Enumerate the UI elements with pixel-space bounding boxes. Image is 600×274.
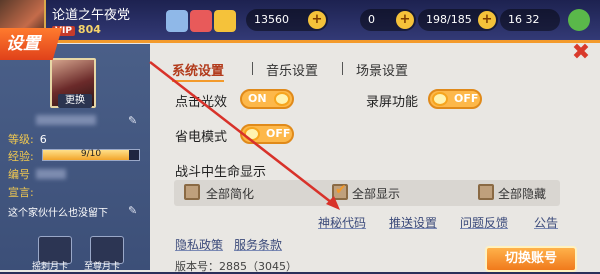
vip-value: 804 [77, 23, 101, 36]
stamina-value: 16 32 [508, 13, 540, 26]
record-label: 录屏功能 [366, 95, 419, 110]
supreme-card-label: 至尊月卡 [84, 262, 121, 272]
toggle-knob [244, 127, 260, 141]
record-toggle[interactable]: OFF [428, 89, 482, 109]
click-effect-toggle[interactable]: ON [240, 89, 294, 109]
change-avatar-button[interactable]: 更换 [58, 94, 92, 108]
add-coin-button[interactable]: + [308, 11, 326, 29]
event-icon[interactable] [214, 10, 236, 32]
toggle-state: ON [248, 92, 267, 105]
hp-display-title: 战斗中生命显示 [175, 165, 267, 180]
top-status-bar: 论道之午夜党 VIP 804 13560 + 0 + 198/185 + 16 3… [0, 0, 600, 42]
tab-divider [252, 62, 253, 75]
exp-bar: 9/10 [42, 149, 140, 161]
stamina-counter: 16 32 [500, 9, 560, 31]
hide-all-label: 全部隐藏 [498, 187, 547, 201]
energy-counter: 198/185 + [418, 9, 498, 31]
gift-icon[interactable] [190, 10, 212, 32]
tab-system[interactable]: 系统设置 [172, 60, 225, 82]
energy-value: 198/185 [426, 13, 472, 26]
exp-text: 9/10 [80, 149, 102, 159]
announcement-link[interactable]: 公告 [534, 214, 558, 231]
show-all-label: 全部显示 [352, 187, 401, 201]
profile-panel: 更换 等级: 6 经验: 9/10 编号 宣言: ✎ 这个家伙什么也没留下 ✎ [0, 44, 150, 270]
show-all-checkbox[interactable] [332, 182, 348, 200]
switch-account-button[interactable]: 切换账号 [485, 246, 577, 272]
coin-counter: 13560 + [246, 9, 328, 31]
version-text: 版本号：2885（3045） [175, 260, 297, 273]
player-name: 论道之午夜党 [52, 8, 131, 23]
add-diamond-button[interactable]: + [396, 11, 414, 29]
tab-scene[interactable]: 场景设置 [356, 60, 408, 79]
close-icon[interactable]: ✖ [570, 42, 592, 64]
power-save-toggle[interactable]: OFF [240, 124, 294, 144]
toggle-state: OFF [266, 127, 291, 140]
mail-icon[interactable] [166, 10, 188, 32]
add-energy-button[interactable]: + [478, 11, 496, 29]
mystery-code-link[interactable]: 神秘代码 [318, 214, 366, 231]
terms-link[interactable]: 服务条款 [234, 236, 282, 253]
level-row: 等级: 6 [8, 131, 47, 147]
declaration-label: 宣言: [8, 186, 34, 199]
motto-text: 这个家伙什么也没留下 [8, 208, 108, 219]
id-label: 编号 [8, 168, 30, 181]
tab-music[interactable]: 音乐设置 [266, 60, 318, 79]
edit-motto-icon[interactable]: ✎ [128, 204, 140, 217]
feedback-link[interactable]: 问题反馈 [460, 214, 508, 231]
coin-value: 13560 [254, 13, 289, 26]
dialog-title: 设置 [0, 28, 62, 60]
menu-icon[interactable] [568, 9, 590, 31]
diamond-value: 0 [368, 13, 375, 26]
simplify-all-label: 全部简化 [206, 187, 255, 201]
privacy-policy-link[interactable]: 隐私政策 [175, 236, 223, 253]
simplify-all-checkbox[interactable] [184, 184, 200, 200]
toggle-state: OFF [454, 92, 479, 105]
exp-label: 经验: [8, 150, 34, 163]
id-blurred [36, 169, 66, 179]
level-value: 6 [39, 133, 47, 146]
toggle-knob [274, 92, 290, 106]
name-blurred [36, 115, 96, 125]
hide-all-checkbox[interactable] [478, 184, 494, 200]
monthly-card-label: 摇刺月卡 [32, 262, 69, 272]
click-effect-label: 点击光效 [175, 95, 228, 110]
toggle-knob [432, 92, 448, 106]
power-save-label: 省电模式 [175, 130, 228, 145]
tab-divider [342, 62, 343, 75]
edit-name-icon[interactable]: ✎ [128, 114, 140, 127]
level-label: 等级: [8, 133, 34, 146]
diamond-counter: 0 + [360, 9, 416, 31]
push-settings-link[interactable]: 推送设置 [389, 214, 437, 231]
